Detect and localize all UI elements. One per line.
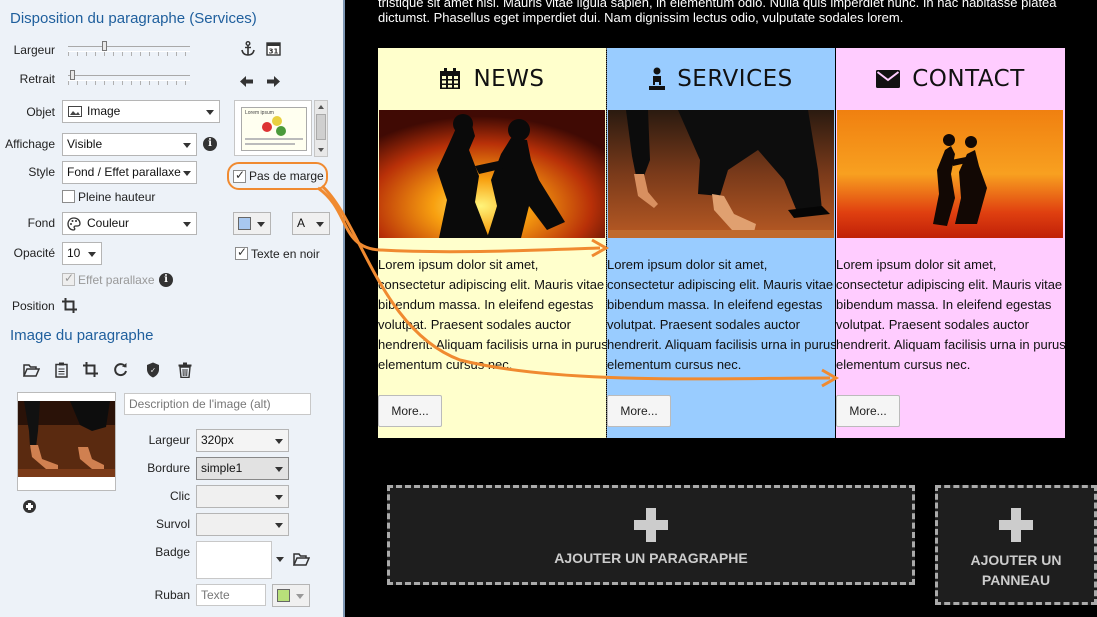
annotation-arrow-to-contact [320, 184, 831, 381]
annotation-arrows [317, 184, 840, 388]
annotation-arrow-to-services [317, 186, 601, 254]
